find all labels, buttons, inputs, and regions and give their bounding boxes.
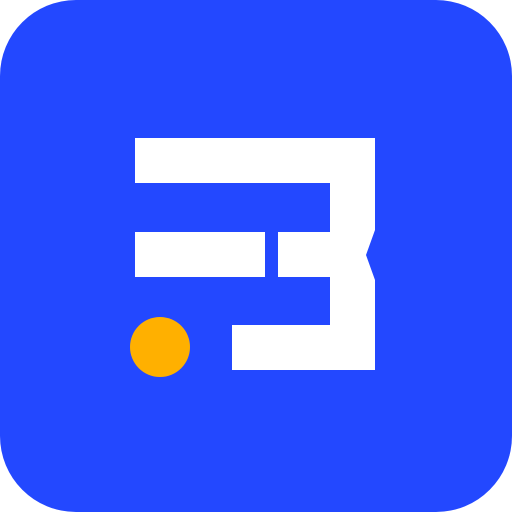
app-logo-icon [0,0,512,512]
accent-dot [130,317,190,377]
glyph-bar-upper-left [135,232,265,277]
app-icon [0,0,512,512]
glyph-bar-bottom [232,325,375,370]
